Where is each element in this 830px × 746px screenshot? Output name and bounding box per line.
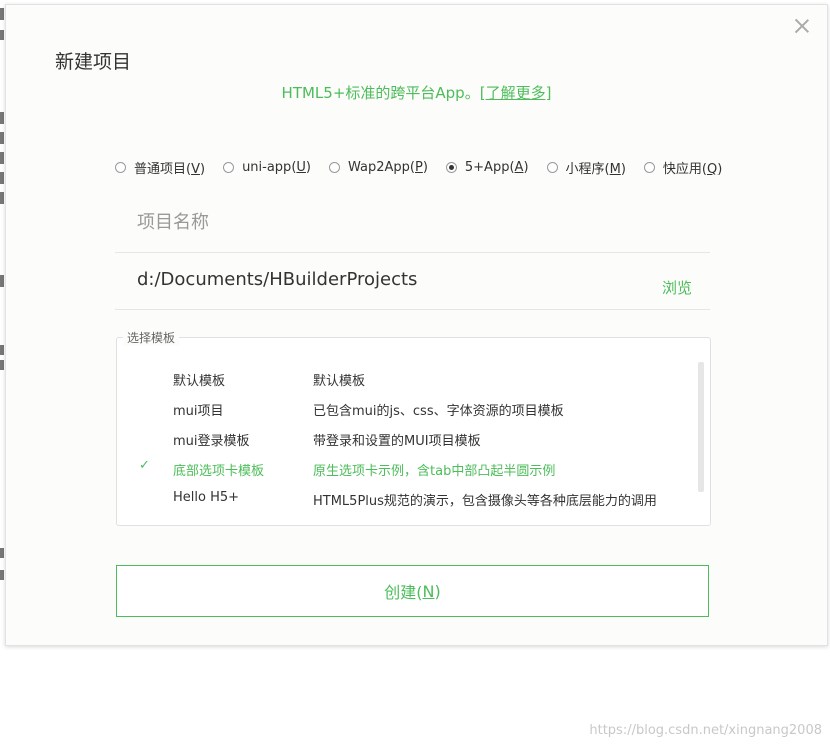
- new-project-dialog: 新建项目 HTML5+标准的跨平台App。[了解更多] 普通项目(V) uni-…: [5, 4, 828, 646]
- radio-button[interactable]: [328, 162, 340, 173]
- watermark: https://blog.csdn.net/xingnang2008: [589, 723, 822, 738]
- subtitle-text: HTML5+标准的跨平台App。: [281, 84, 480, 102]
- project-name-field: [115, 197, 710, 253]
- template-desc: 原生选项卡示例，含tab中部凸起半圆示例: [313, 464, 556, 479]
- radio-label: 5+App(A): [464, 160, 529, 175]
- radio-label: 快应用(Q): [662, 162, 723, 177]
- radio-uni-app[interactable]: uni-app(U): [223, 158, 311, 177]
- radio-button-checked[interactable]: [445, 162, 457, 173]
- close-icon[interactable]: [793, 17, 811, 35]
- radio-5plus-app[interactable]: 5+App(A): [445, 158, 529, 177]
- check-icon: ✓: [139, 458, 150, 473]
- template-desc: 默认模板: [313, 374, 366, 389]
- dialog-subtitle: HTML5+标准的跨平台App。[了解更多]: [6, 82, 827, 103]
- project-type-group: 普通项目(V) uni-app(U) Wap2App(P) 5+App(A) 小…: [115, 158, 740, 177]
- radio-button[interactable]: [223, 162, 235, 173]
- radio-normal-project[interactable]: 普通项目(V): [115, 158, 205, 177]
- template-row-mui[interactable]: mui项目 已包含mui的js、css、字体资源的项目模板: [117, 393, 697, 423]
- template-row-bottom-tabs[interactable]: ✓ 底部选项卡模板 原生选项卡示例，含tab中部凸起半圆示例: [117, 453, 697, 483]
- dialog-title: 新建项目: [55, 51, 132, 73]
- template-row-mui-login[interactable]: mui登录模板 带登录和设置的MUI项目模板: [117, 423, 697, 453]
- template-name: mui项目: [173, 404, 224, 419]
- radio-wap2app[interactable]: Wap2App(P): [328, 158, 428, 177]
- template-scrollbar[interactable]: [698, 362, 704, 492]
- template-list: 默认模板 默认模板 mui项目 已包含mui的js、css、字体资源的项目模板 …: [117, 363, 697, 513]
- project-location-input[interactable]: [135, 268, 639, 291]
- location-field: 浏览: [115, 254, 710, 310]
- template-name: 默认模板: [173, 374, 226, 389]
- create-label: 创建(: [384, 583, 423, 602]
- template-name: mui登录模板: [173, 434, 250, 449]
- create-label-tail: ): [434, 581, 441, 601]
- template-legend: 选择模板: [123, 329, 180, 346]
- template-selector: 选择模板 默认模板 默认模板 mui项目 已包含mui的js、css、字体资源的…: [116, 329, 711, 526]
- project-name-input[interactable]: [135, 211, 639, 234]
- radio-quick-app[interactable]: 快应用(Q): [643, 158, 723, 177]
- radio-button[interactable]: [643, 162, 655, 173]
- template-desc: 带登录和设置的MUI项目模板: [313, 434, 481, 449]
- radio-button[interactable]: [115, 162, 126, 173]
- template-row-default[interactable]: 默认模板 默认模板: [117, 363, 697, 393]
- radio-label: 普通项目(V): [134, 162, 206, 177]
- browse-button[interactable]: 浏览: [662, 277, 692, 298]
- create-mnemonic: N: [422, 581, 435, 601]
- template-desc: 已包含mui的js、css、字体资源的项目模板: [313, 404, 564, 419]
- template-row-hello-h5plus[interactable]: Hello H5+ HTML5Plus规范的演示，包含摄像头等各种底层能力的调用: [117, 483, 697, 513]
- create-button[interactable]: 创建(N): [116, 565, 709, 617]
- template-name: 底部选项卡模板: [173, 464, 265, 479]
- radio-button[interactable]: [546, 162, 558, 173]
- radio-label: Wap2App(P): [347, 160, 428, 175]
- radio-mini-program[interactable]: 小程序(M): [546, 158, 626, 177]
- template-name: Hello H5+: [173, 490, 240, 505]
- template-desc: HTML5Plus规范的演示，包含摄像头等各种底层能力的调用: [313, 494, 657, 509]
- learn-more-link[interactable]: [了解更多]: [480, 84, 552, 102]
- radio-label: uni-app(U): [242, 160, 311, 175]
- radio-label: 小程序(M): [565, 162, 626, 177]
